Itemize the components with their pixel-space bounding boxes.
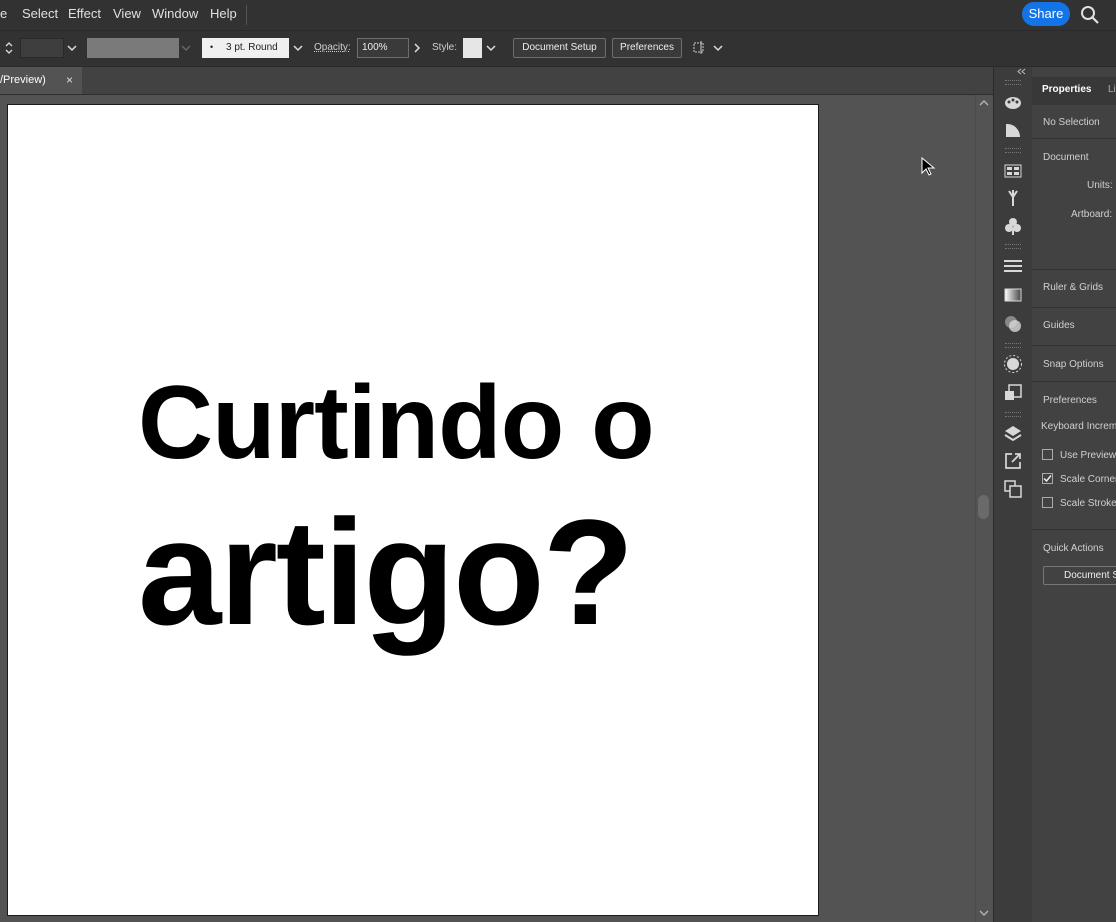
- variable-width-profile[interactable]: [87, 38, 179, 58]
- menu-select[interactable]: Select: [22, 6, 58, 21]
- appearance-icon[interactable]: [1003, 354, 1023, 374]
- scrollbar-thumb[interactable]: [978, 495, 989, 519]
- tab-libraries[interactable]: Li: [1108, 84, 1116, 95]
- chevron-down-icon[interactable]: [291, 38, 305, 58]
- use-preview-checkbox[interactable]: [1042, 449, 1053, 460]
- scale-corners-checkbox[interactable]: [1042, 473, 1053, 484]
- search-icon[interactable]: [1080, 5, 1100, 25]
- divider: [1032, 307, 1116, 308]
- collapse-panels-icon[interactable]: [1016, 68, 1026, 75]
- chevron-down-icon: [181, 45, 191, 52]
- preferences-heading: Preferences: [1043, 395, 1097, 406]
- stroke-icon[interactable]: [1003, 256, 1023, 276]
- panel-grip[interactable]: [1005, 343, 1021, 348]
- panel-grip[interactable]: [1005, 244, 1021, 249]
- ruler-grids-heading: Ruler & Grids: [1043, 282, 1104, 293]
- brush-dot-icon: •: [210, 42, 214, 52]
- chevron-down-icon[interactable]: [484, 38, 498, 58]
- quick-actions-heading: Quick Actions: [1043, 543, 1104, 554]
- share-button[interactable]: Share: [1022, 2, 1070, 26]
- units-label: Units:: [1087, 180, 1113, 191]
- transparency-icon[interactable]: [1003, 314, 1023, 334]
- menu-effect[interactable]: Effect: [68, 6, 101, 21]
- style-label: Style:: [432, 42, 458, 53]
- scroll-up-icon[interactable]: [979, 99, 989, 107]
- stroke-weight-field[interactable]: [20, 38, 64, 58]
- menu-file[interactable]: e: [0, 6, 7, 21]
- keyboard-increment-label: Keyboard Increm: [1041, 421, 1116, 432]
- document-tab-label: /Preview): [0, 74, 46, 86]
- guides-heading: Guides: [1043, 320, 1075, 331]
- opacity-label[interactable]: Opacity:: [314, 42, 351, 53]
- menu-divider: [246, 5, 247, 25]
- brushes-icon[interactable]: [1003, 188, 1023, 208]
- headline-line-2[interactable]: artigo?: [138, 497, 634, 647]
- transform-icon[interactable]: [691, 40, 709, 56]
- panel-dock-strip: [993, 67, 1033, 922]
- mouse-pointer-icon: [921, 157, 936, 176]
- graphic-styles-icon[interactable]: [1003, 383, 1023, 403]
- chevron-right-icon[interactable]: [410, 38, 424, 58]
- document-setup-button[interactable]: Document Setup: [513, 38, 606, 58]
- panel-grip[interactable]: [1005, 80, 1021, 85]
- scale-strokes-checkbox[interactable]: [1042, 497, 1053, 508]
- opacity-field[interactable]: 100%: [357, 38, 409, 58]
- document-tab-bar: /Preview) ×: [0, 67, 993, 95]
- chevron-down-icon[interactable]: [65, 38, 79, 58]
- scale-strokes-label: Scale Stroke: [1060, 498, 1116, 509]
- menu-window[interactable]: Window: [152, 6, 198, 21]
- preferences-button[interactable]: Preferences: [612, 38, 682, 58]
- checkmark-icon: [1043, 475, 1052, 483]
- vertical-scrollbar[interactable]: [975, 95, 992, 922]
- swatches-icon[interactable]: [1003, 161, 1023, 181]
- document-heading: Document: [1043, 152, 1089, 163]
- divider: [1032, 138, 1116, 139]
- artboards-icon[interactable]: [1003, 479, 1023, 499]
- export-icon[interactable]: [1003, 451, 1023, 471]
- menu-help[interactable]: Help: [210, 6, 237, 21]
- graphic-style-swatch[interactable]: [463, 38, 482, 58]
- gradient-icon[interactable]: [1003, 285, 1023, 305]
- selection-status: No Selection: [1043, 117, 1100, 128]
- stepper-icon[interactable]: [2, 38, 16, 58]
- menu-bar: e Select Effect View Window Help Share: [0, 0, 1116, 31]
- artboard[interactable]: Curtindo o artigo?: [7, 104, 819, 916]
- chevron-down-icon[interactable]: [711, 38, 725, 58]
- brush-definition[interactable]: • 3 pt. Round: [202, 38, 289, 58]
- close-icon[interactable]: ×: [66, 73, 73, 87]
- layers-icon[interactable]: [1003, 423, 1023, 443]
- canvas-area[interactable]: Curtindo o artigo?: [0, 95, 975, 922]
- color-guide-icon[interactable]: [1003, 120, 1023, 140]
- panel-grip[interactable]: [1005, 412, 1021, 417]
- color-palette-icon[interactable]: [1003, 92, 1023, 112]
- use-preview-label: Use Preview: [1060, 450, 1116, 461]
- headline-line-1[interactable]: Curtindo o: [138, 371, 655, 475]
- brush-label: 3 pt. Round: [226, 42, 278, 53]
- divider: [1032, 345, 1116, 346]
- document-setup-quick-action[interactable]: Document S: [1043, 566, 1116, 585]
- control-bar: • 3 pt. Round Opacity: 100% Style: Docum…: [0, 31, 1116, 67]
- tab-properties[interactable]: Properties: [1042, 84, 1091, 95]
- panel-grip[interactable]: [1005, 148, 1021, 153]
- scroll-down-icon[interactable]: [979, 909, 989, 917]
- properties-panel: Properties Li No Selection Document Unit…: [1032, 67, 1116, 922]
- divider: [1032, 269, 1116, 270]
- artboard-label: Artboard:: [1071, 209, 1113, 220]
- snap-options-heading: Snap Options: [1043, 359, 1104, 370]
- divider: [1032, 529, 1116, 530]
- symbols-icon[interactable]: [1003, 216, 1023, 236]
- scale-corners-label: Scale Corner: [1060, 474, 1116, 485]
- menu-view[interactable]: View: [113, 6, 141, 21]
- divider: [1032, 381, 1116, 382]
- panel-tab-bar: Properties Li: [1032, 77, 1116, 105]
- document-tab[interactable]: /Preview) ×: [0, 67, 82, 94]
